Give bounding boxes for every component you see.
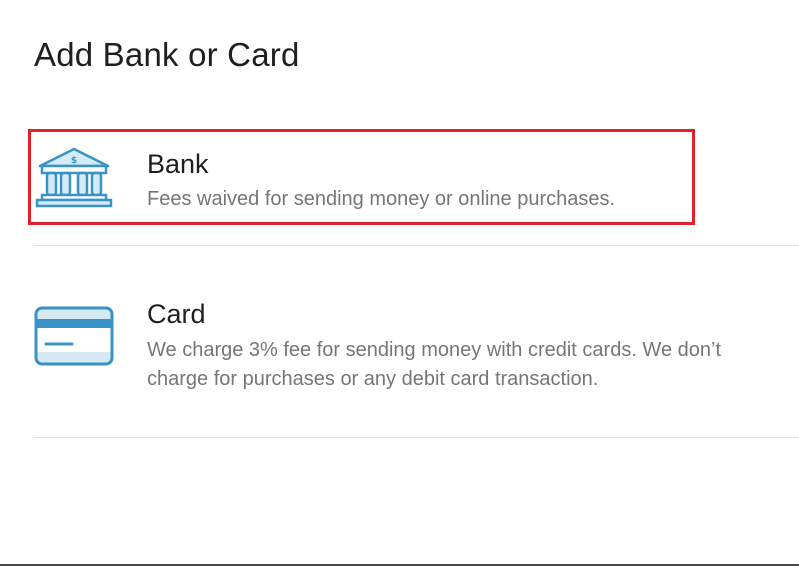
bank-option-description: Fees waived for sending money or online … [147,188,616,210]
card-option-label: Card [147,299,206,329]
bank-option-label: Bank [147,149,209,179]
divider [34,437,799,438]
divider [34,245,799,246]
page-title: Add Bank or Card [34,36,300,73]
svg-text:$: $ [71,156,77,166]
bank-option[interactable]: $ Bank Fees waived for sending money or … [0,128,799,224]
credit-card-icon [34,306,114,366]
card-option-description: We charge 3% fee for sending money with … [147,339,721,390]
add-bank-or-card-screen: Add Bank or Card $ Bank Fees waived for … [0,0,799,566]
bank-icon: $ [35,147,113,208]
card-option[interactable]: Card We charge 3% fee for sending money … [0,290,799,400]
